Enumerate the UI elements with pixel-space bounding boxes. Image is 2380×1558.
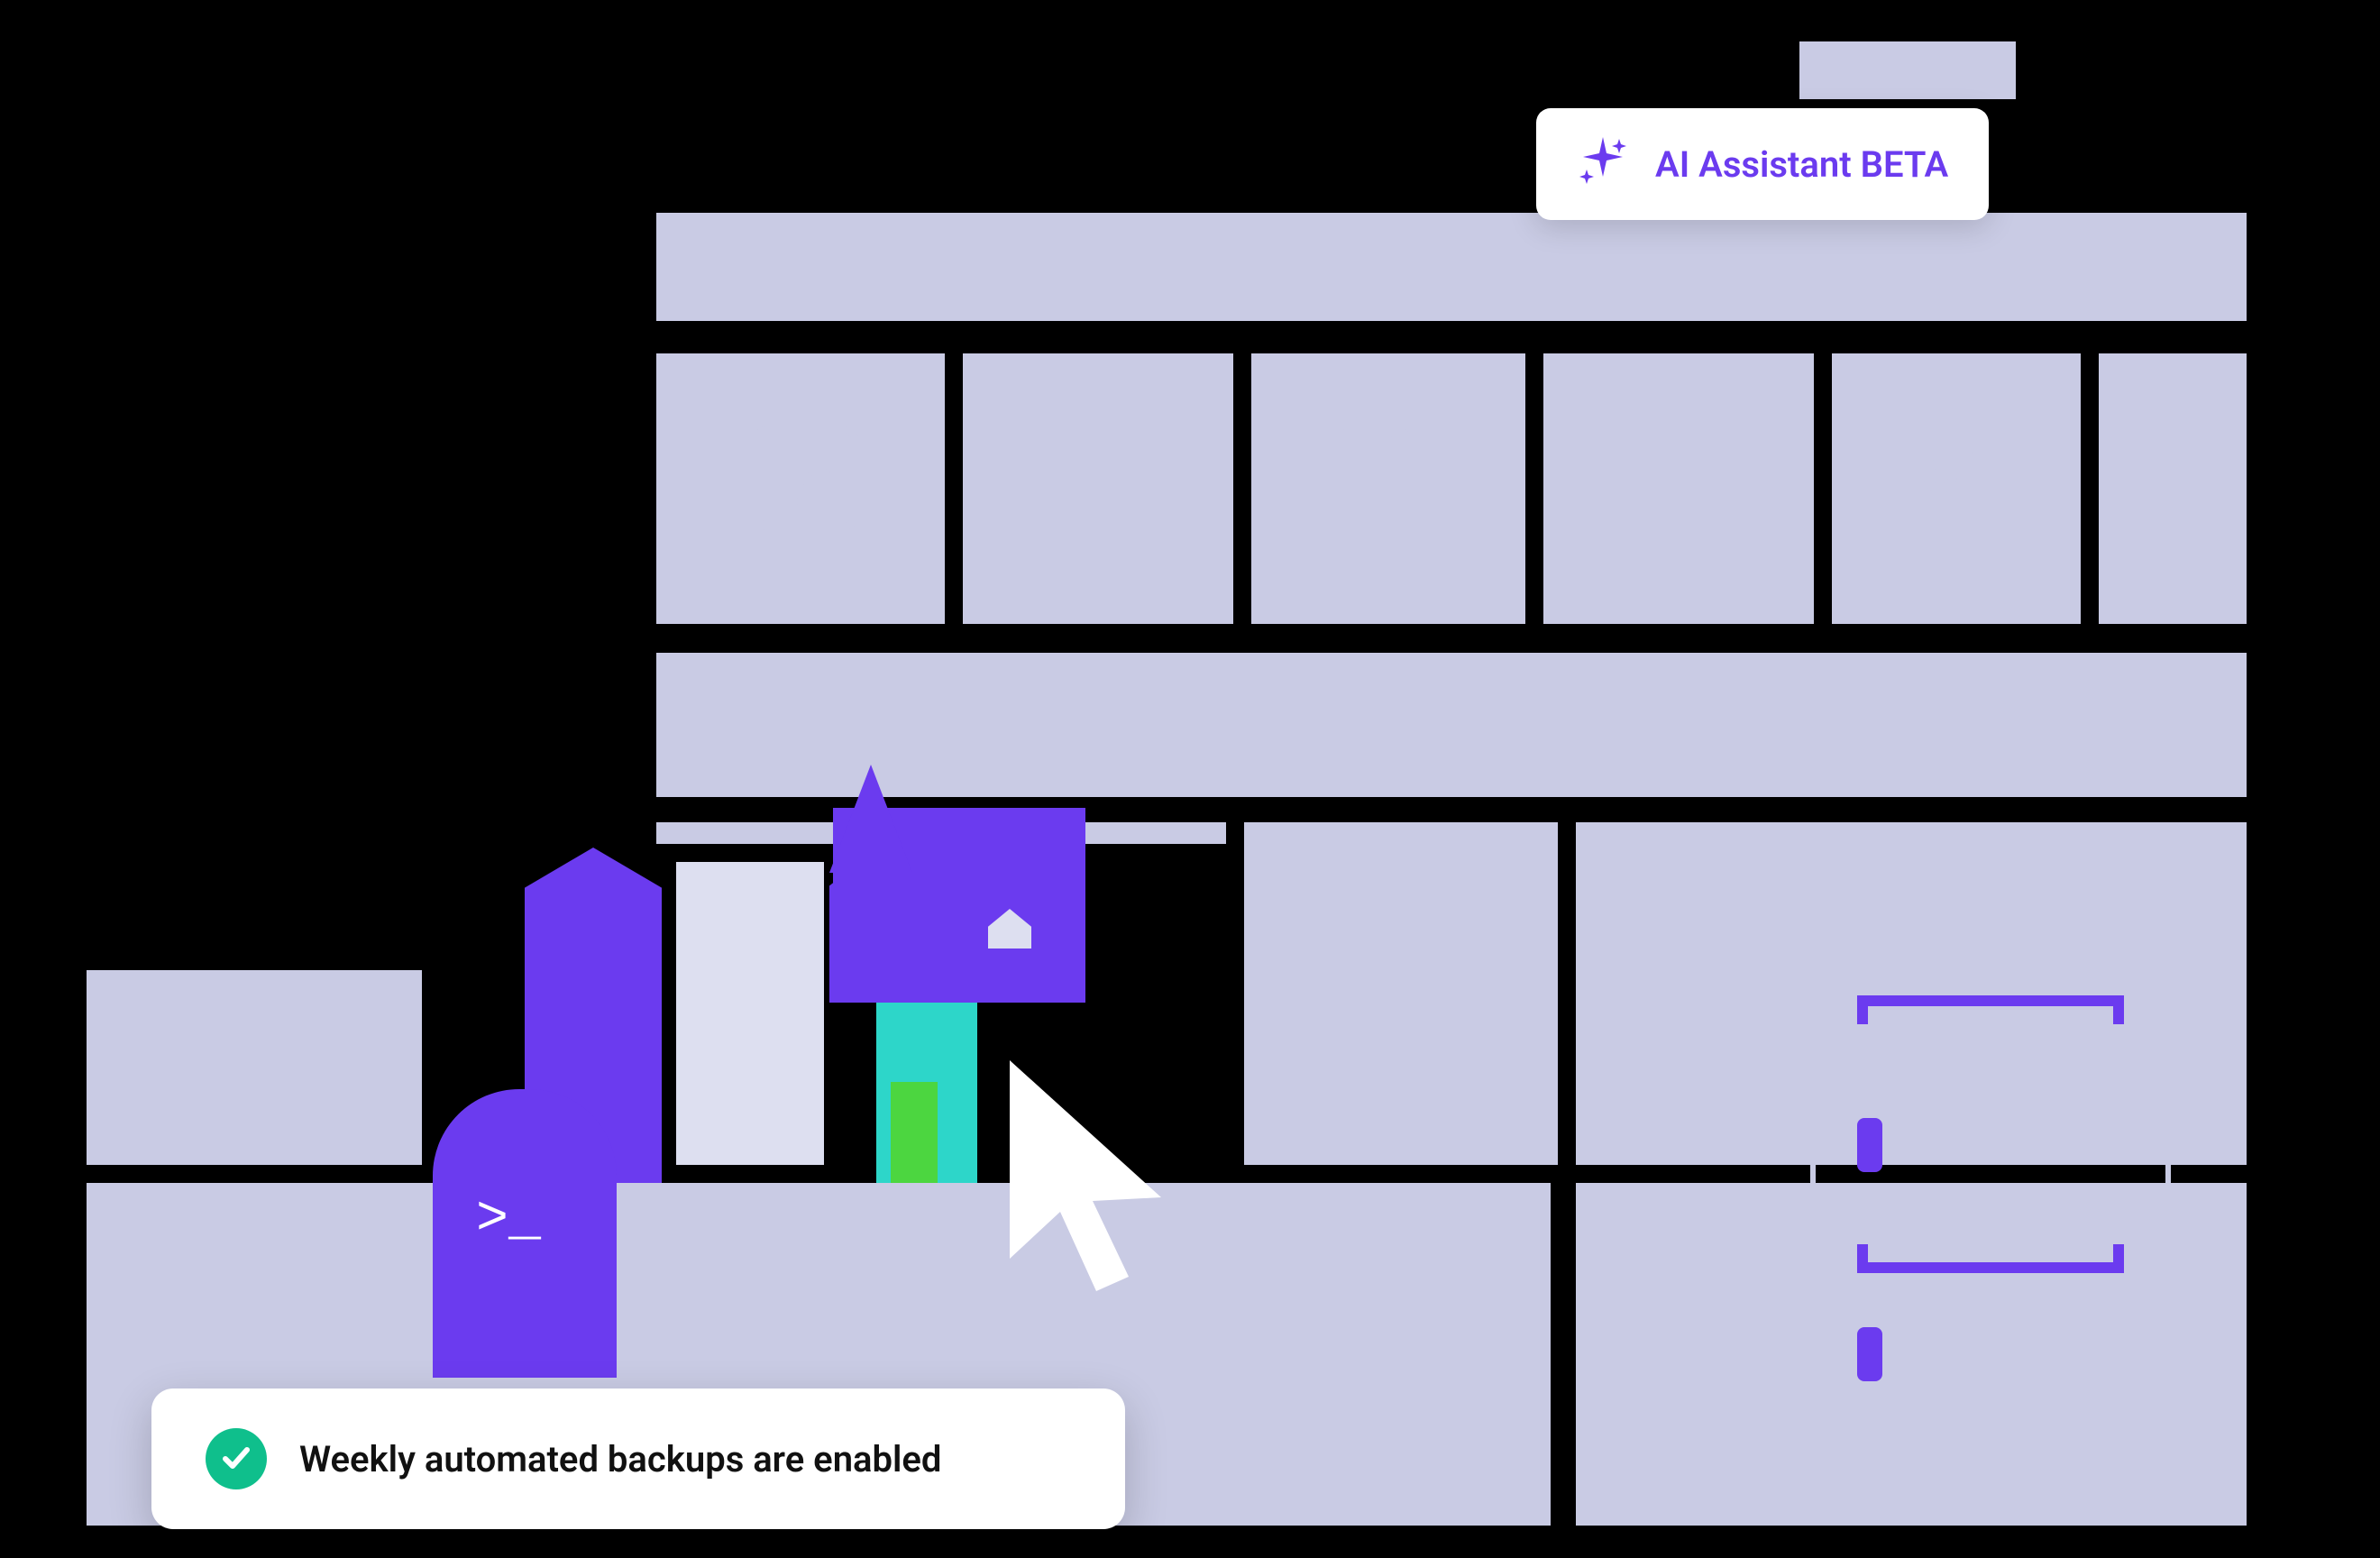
rack-led [1857,1118,1882,1172]
rack-shelf [1857,995,2124,1024]
gear-icon [1875,411,2005,541]
terminal-prompt-icon: >_ [476,1190,541,1251]
cursor-icon [992,1042,1208,1320]
resize-icon [754,426,858,530]
rack-shelf [1857,1244,2124,1273]
ai-assistant-badge[interactable]: AI Assistant BETA [1536,108,1988,220]
decor-block [1543,353,1814,624]
sparkle-icon [1576,133,1630,195]
decor-block [1799,41,2016,99]
decor-block [676,862,824,1165]
server-rack-outline [1810,949,2171,1471]
illustration-stage: >_ [0,0,2380,1558]
clipboard-icon [1323,415,1424,534]
check-circle-icon [206,1428,267,1489]
decor-block [1244,822,1558,1165]
rack-led [1857,1327,1882,1381]
toast-message: Weekly automated backups are enabled [299,1437,941,1480]
status-toast: Weekly automated backups are enabled [151,1388,1125,1529]
decor-block [656,213,2247,321]
decor-block [656,653,2247,797]
ai-assistant-label: AI Assistant BETA [1655,142,1948,186]
decor-green-bar [891,1082,938,1183]
decor-block [963,353,1233,624]
decor-block [2099,353,2247,624]
decor-block [87,970,422,1165]
